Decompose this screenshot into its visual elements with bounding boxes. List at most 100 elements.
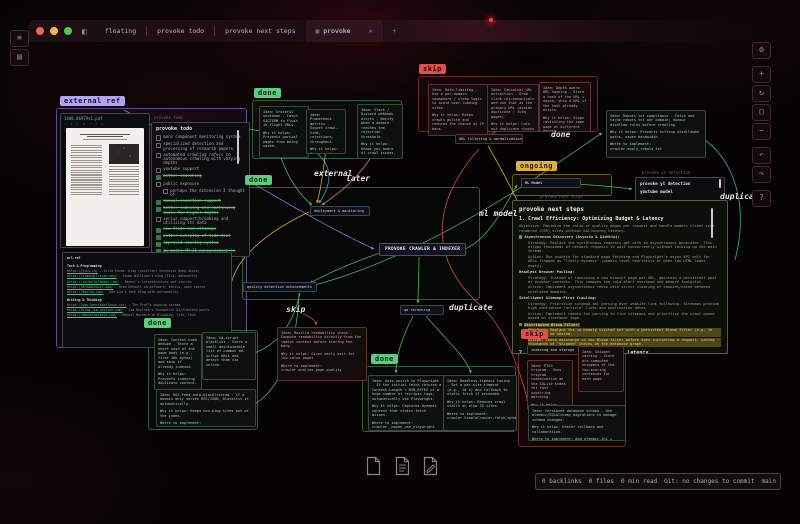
todo-panel[interactable]: provoke todo more component monitoring s… — [151, 122, 250, 257]
redo-button[interactable]: ↷ — [752, 166, 771, 183]
group-label-done[interactable]: done — [245, 175, 272, 185]
yt-row[interactable]: provoke yt detection — [640, 180, 720, 188]
doc-item[interactable]: Headless Browser Pooling: — [519, 270, 721, 274]
idea-card-versioned-schema[interactable]: Idea: Versioned database schema - Use al… — [528, 405, 626, 441]
help-button[interactable]: ? — [752, 190, 771, 207]
todo-item[interactable]: better indexing and continuing tasks for… — [156, 206, 245, 215]
node-provoke-crawler-indexer[interactable]: PROVOKE CRAWLER & INDEXER — [379, 243, 467, 256]
new-note-icon[interactable] — [365, 456, 382, 480]
undo-button[interactable]: ↶ — [752, 147, 771, 164]
files-count: 0 files — [588, 478, 615, 485]
yt-row[interactable]: youtube model — [640, 188, 720, 196]
idea-card-prometheus[interactable]: Idea: Prometheus metrics - Export crawl-… — [306, 109, 346, 154]
group-label-done[interactable]: done — [254, 88, 281, 98]
fit-view-button[interactable]: ▢ — [752, 104, 771, 121]
external-ref-label[interactable]: external ref — [60, 96, 125, 106]
canvas[interactable]: ◧ floating provoke todo provoke next ste… — [0, 0, 800, 524]
idea-card-depth-hash[interactable]: Idea: Depth-aware URL hashing - Store a … — [539, 82, 591, 132]
group-label-ongoing[interactable]: ongoing — [516, 161, 558, 171]
read-time: 0 min read — [621, 478, 658, 485]
tab-floating[interactable]: floating — [95, 20, 146, 42]
card-where-text: Where to implement: Add alembic.ini + mi… — [532, 437, 613, 441]
pdf-page-thumbnail[interactable] — [66, 128, 144, 246]
done-note[interactable]: done — [551, 130, 570, 139]
backlinks-count: 0 backlinks — [542, 478, 582, 485]
zoom-out-button[interactable]: − — [752, 123, 771, 140]
ml-model-note[interactable]: ml model — [479, 209, 518, 218]
idea-card-readability[interactable]: Idea: Mozilla readability check - Comput… — [277, 327, 367, 381]
close-tab-icon[interactable]: × — [369, 27, 373, 35]
todo-item[interactable]: serius support/breaking and utilizing it… — [156, 216, 245, 226]
doc-sub-item-highlighted: Strategy: Replace the in-memory visited … — [528, 327, 721, 337]
idea-card-adscript-blacklist[interactable]: Idea: Ad-script blacklist - Store a smal… — [202, 332, 256, 380]
yt-detection-panel[interactable]: provoke yt detection youtube model — [635, 177, 725, 201]
todo-item[interactable]: better searching — [156, 174, 245, 181]
pdf-viewer-panel[interactable]: 1608.06979v1.pdf ‹ 1 / 4 › − + — [60, 113, 150, 248]
new-tab-button[interactable]: + — [383, 20, 407, 42]
todo-item[interactable]: more component monitoring system — [156, 134, 245, 141]
node-qa-reranking[interactable]: qa reranking — [400, 305, 444, 315]
node-url-filtering[interactable]: URL filtering & normalization — [455, 134, 523, 144]
tab-label: provoke — [323, 27, 351, 35]
card-where-text: Where to implement: crawler.SimpleCrawle… — [447, 411, 517, 421]
close-window-button[interactable] — [36, 27, 44, 35]
todo-scrollbar[interactable] — [237, 130, 239, 164]
doc-item[interactable]: Intelligent Sitemap-First Crawling: — [519, 296, 721, 300]
todo-item[interactable]: youtube support — [156, 167, 245, 173]
tab-provoke-todo[interactable]: provoke todo — [147, 20, 214, 42]
todo-item[interactable]: public exposure — [156, 181, 245, 188]
todo-item[interactable]: perhaps the extension I thought of — [163, 188, 245, 198]
todo-item[interactable]: automated crawling refers to autonomous … — [156, 152, 245, 166]
node-deployment-monitoring[interactable]: deployment & monitoring — [310, 206, 370, 216]
skip-note[interactable]: skip — [286, 305, 305, 314]
note-list-icon[interactable] — [394, 456, 411, 480]
maximize-window-button[interactable] — [64, 27, 72, 35]
doc-sub-item: Strategy: Instead of launching a new bro… — [528, 275, 717, 284]
sidebar-toggle-icon[interactable]: ◧ — [82, 27, 87, 36]
node-quality-detection[interactable]: quality detection enhancements — [243, 282, 317, 292]
idea-card-snippet-caching[interactable]: Idea: Snippet caching - Store pre-comput… — [578, 346, 624, 392]
idea-card-timeout-tuning[interactable]: Idea: Headless-timeout tuning - Set a pe… — [443, 375, 517, 431]
todo-item[interactable]: manual insertion support — [156, 199, 245, 205]
idea-card-fts5[interactable]: Idea: FTS5 trigram - Uses trigram tokeni… — [527, 360, 573, 410]
doc-check-item[interactable]: Asynchronous Discovery (Asyncio & AioHtt… — [519, 235, 721, 239]
idea-card-rate-limiting[interactable]: Idea: Rate-limiting - Use a per-domain s… — [428, 84, 488, 136]
doc-check-item[interactable]: Distributed Bloom Filter: — [519, 322, 721, 327]
card-why-text: Why it helps: Gives real-time health. — [310, 147, 339, 154]
idea-card-rss-blacklist[interactable]: Idea: RSS-feed auto-blacklisting - If a … — [156, 389, 256, 427]
todo-item[interactable]: better autoplay of todo text — [156, 234, 245, 240]
note-edit-icon[interactable] — [422, 456, 439, 480]
idea-card-canonical-url[interactable]: Idea: Canonical URL extraction - Grab <l… — [487, 84, 539, 132]
idea-card-playwright-switch[interactable]: Idea: Auto-switch to Playwright - If the… — [368, 375, 446, 431]
reset-view-button[interactable]: ↻ — [752, 85, 771, 102]
group-label-skip[interactable]: skip — [521, 329, 548, 339]
todo-item[interactable]: improved scoring system — [156, 241, 245, 248]
node-ml-model[interactable]: ML Model — [521, 178, 581, 188]
next-steps-scrollbar[interactable] — [711, 208, 713, 238]
group-label-done[interactable]: done — [144, 318, 171, 328]
idea-card-webhook-alerts[interactable]: Idea: Slack / Discord webhook alerts - N… — [357, 104, 403, 159]
git-status[interactable]: Git: no changes to commit — [664, 478, 754, 485]
todo-item[interactable]: specialized detection and processing of … — [156, 142, 245, 151]
panel-icon[interactable]: ▤ — [10, 49, 29, 66]
card-why-text: Why it helps: Gives early exit for low-v… — [281, 351, 355, 361]
zoom-in-button[interactable]: + — [752, 66, 771, 83]
duplicate-note-center[interactable]: duplicate — [449, 303, 492, 312]
minimize-window-button[interactable] — [50, 27, 58, 35]
idea-card-graceful-shutdown[interactable]: Idea: Graceful shutdown - Catch SIGTERM … — [259, 106, 309, 158]
git-branch[interactable]: main — [761, 478, 775, 485]
group-label-skip[interactable]: skip — [419, 64, 446, 74]
node-indexing-storage[interactable]: indexing and storage — [527, 345, 585, 355]
idea-card-robots-txt[interactable]: Idea: Robots.txt compliance - Fetch and … — [606, 110, 706, 158]
menu-icon[interactable]: ≡ — [10, 30, 29, 47]
todo-item[interactable]: new feeds and sitemaps — [156, 227, 245, 233]
later-note[interactable]: later — [346, 174, 370, 183]
pdf-toolbar[interactable]: ‹ 1 / 4 › − + — [61, 121, 149, 127]
tab-provoke-active[interactable]: ▦ provoke × — [305, 20, 383, 42]
group-label-done[interactable]: done — [371, 354, 398, 364]
idea-card-content-hash[interactable]: Idea: Content-hash dedupe - Store a shor… — [154, 334, 202, 390]
next-steps-window-title: provoke next steps — [540, 194, 584, 199]
yt-scrollbar[interactable] — [719, 179, 721, 188]
tab-provoke-next-steps[interactable]: provoke next steps — [215, 20, 305, 42]
settings-gear-icon[interactable]: ⚙ — [752, 42, 771, 59]
